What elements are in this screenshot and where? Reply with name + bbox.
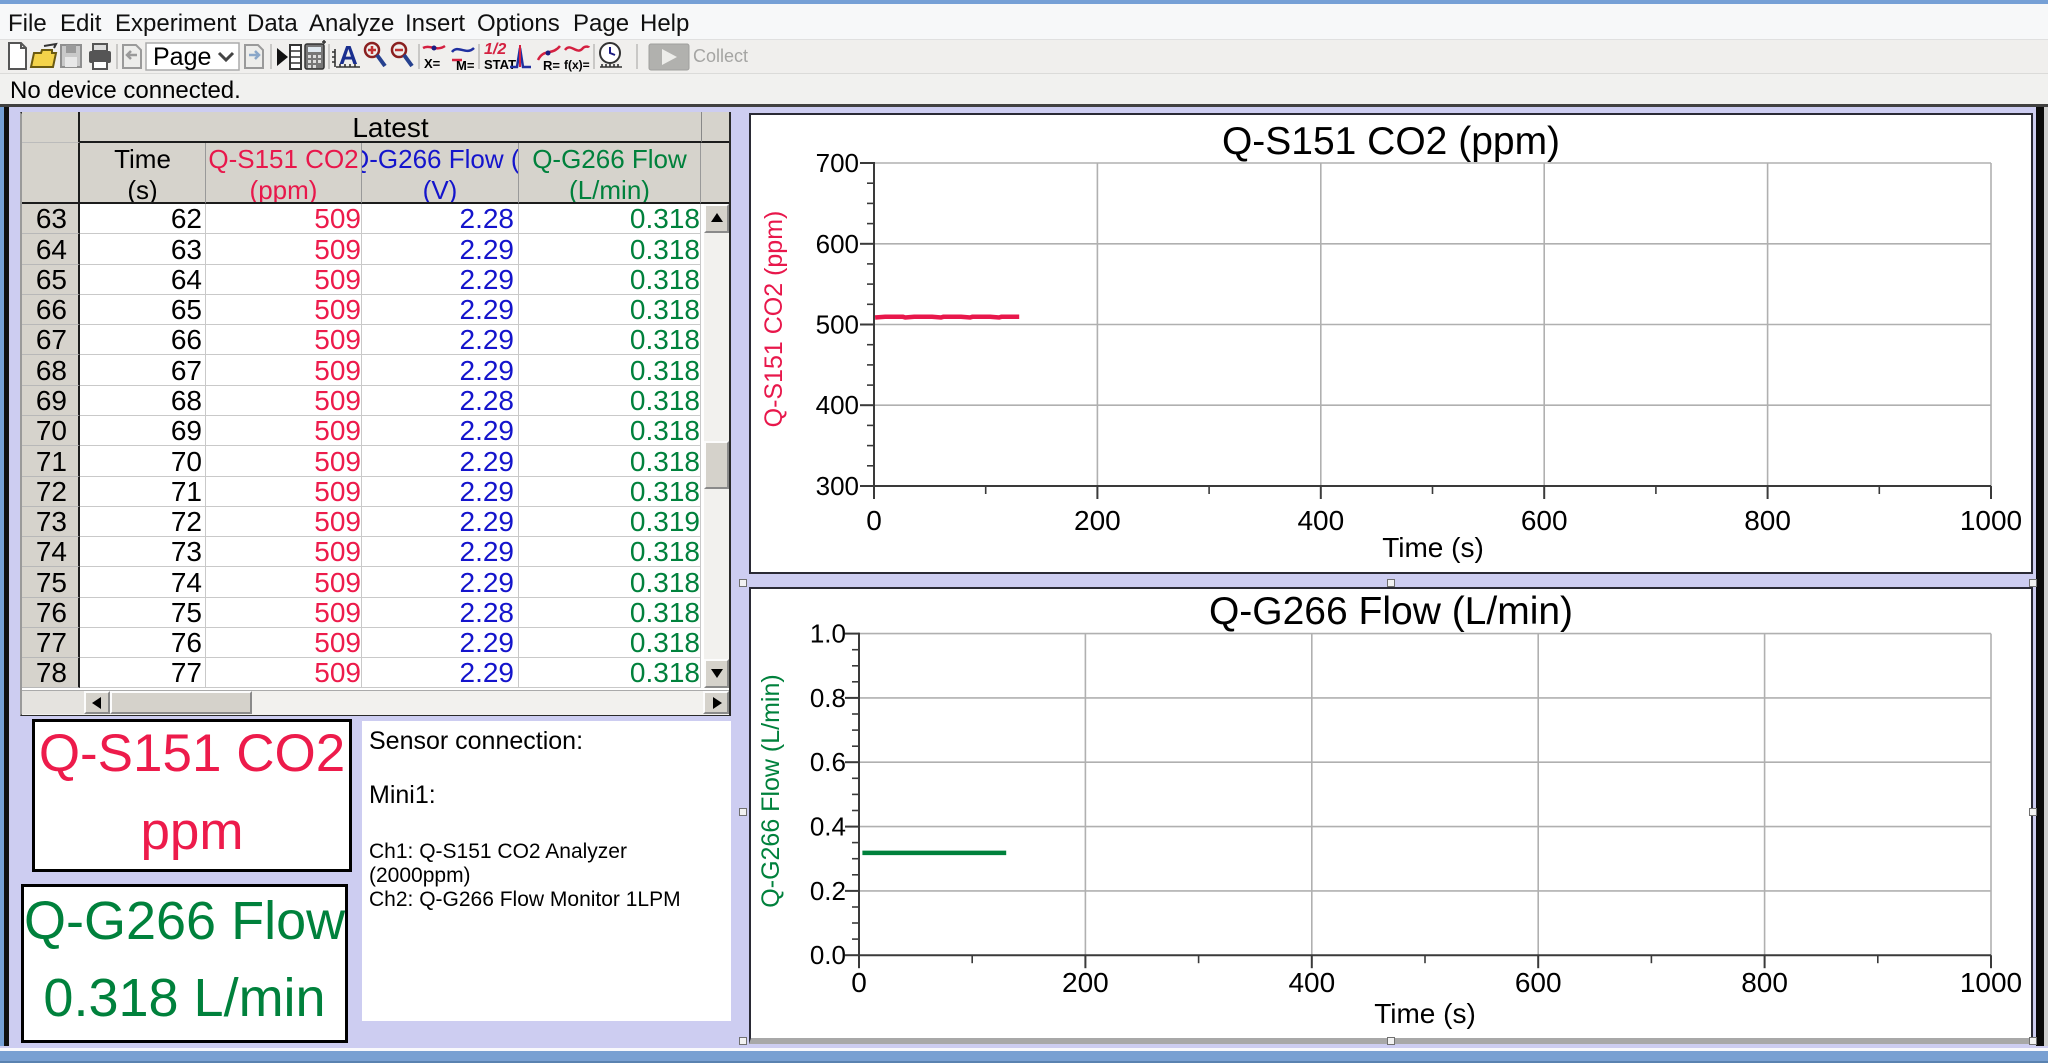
svg-text:Q-G266 Flow (L/min): Q-G266 Flow (L/min) <box>757 674 785 907</box>
svg-text:Time (s): Time (s) <box>1374 998 1476 1029</box>
svg-text:0.2: 0.2 <box>810 876 846 906</box>
svg-text:Q-S151 CO2 (ppm): Q-S151 CO2 (ppm) <box>1222 120 1560 163</box>
svg-text:700: 700 <box>816 148 859 178</box>
svg-text:Q-S151 CO2 (ppm): Q-S151 CO2 (ppm) <box>760 211 788 428</box>
svg-text:Collect: Collect <box>693 46 748 66</box>
svg-text:0: 0 <box>851 967 867 998</box>
svg-text:1.0: 1.0 <box>810 619 846 649</box>
svg-text:400: 400 <box>1297 505 1344 536</box>
svg-text:M=: M= <box>456 58 475 73</box>
svg-text:Q-G266 Flow (L/min): Q-G266 Flow (L/min) <box>1209 590 1573 633</box>
svg-text:STAT: STAT <box>484 57 516 72</box>
svg-text:0.0: 0.0 <box>810 940 846 970</box>
svg-text:R=: R= <box>543 58 560 73</box>
svg-text:0: 0 <box>866 505 882 536</box>
svg-text:Time (s): Time (s) <box>1382 532 1484 563</box>
svg-text:0.6: 0.6 <box>810 747 846 777</box>
svg-text:400: 400 <box>1288 967 1335 998</box>
svg-text:1000: 1000 <box>1960 967 2022 998</box>
svg-text:800: 800 <box>1744 505 1791 536</box>
svg-text:600: 600 <box>1515 967 1562 998</box>
svg-text:200: 200 <box>1062 967 1109 998</box>
svg-text:X=: X= <box>424 56 441 71</box>
svg-text:500: 500 <box>816 310 859 340</box>
svg-text:1000: 1000 <box>1960 505 2022 536</box>
svg-text:200: 200 <box>1074 505 1121 536</box>
svg-text:1/2: 1/2 <box>484 41 506 58</box>
svg-text:300: 300 <box>816 471 859 501</box>
svg-text:Page: Page <box>153 43 211 71</box>
svg-text:800: 800 <box>1741 967 1788 998</box>
svg-text:f(x)=: f(x)= <box>564 58 590 72</box>
svg-text:0.8: 0.8 <box>810 683 846 713</box>
svg-text:600: 600 <box>1521 505 1568 536</box>
svg-text:400: 400 <box>816 390 859 420</box>
svg-text:600: 600 <box>816 229 859 259</box>
svg-text:0.4: 0.4 <box>810 812 846 842</box>
